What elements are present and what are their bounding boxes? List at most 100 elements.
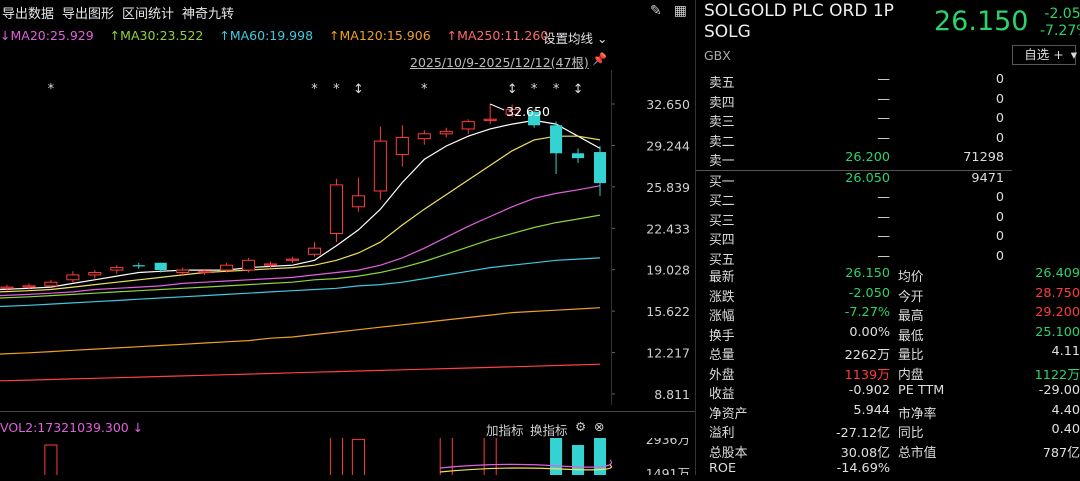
level-volume: 0 <box>996 229 1004 244</box>
level-volume: 0 <box>996 190 1004 205</box>
y-tick-label: 25.839 <box>646 180 690 195</box>
change-percent: -7.27% <box>1040 23 1080 40</box>
level-label: 卖一 <box>709 150 735 169</box>
stats-row: 涨幅-7.27%最高29.200 <box>696 305 1080 325</box>
vol-label: VOL2:17321039.300 ↓ <box>0 420 143 435</box>
dropdown-icon[interactable]: ▾ <box>1071 46 1077 64</box>
stat-label: 涨幅 <box>709 305 735 324</box>
y-tick-label: 32.650 <box>646 97 690 112</box>
volume-bar <box>440 438 452 475</box>
level-price: — <box>877 229 890 244</box>
signal-marker: * <box>311 82 318 97</box>
add-watchlist-button[interactable]: 自选 + ▾ <box>1012 45 1076 65</box>
ask-row[interactable]: 卖四—0 <box>696 92 1080 112</box>
stat-label: 最低 <box>898 325 924 344</box>
stats-row: 涨跌-2.050今开28.750 <box>696 286 1080 306</box>
stat-label: ROE <box>709 461 736 476</box>
stat-label: 溢利 <box>709 422 735 441</box>
stat-label: 内盘 <box>898 364 924 383</box>
stat-value: 26.409 <box>1035 266 1080 281</box>
stat-value: 4.11 <box>1052 344 1080 359</box>
volume-bar <box>330 438 342 475</box>
candle-body <box>308 248 320 254</box>
stat-value: -0.902 <box>849 383 890 398</box>
y-tick-label: 22.433 <box>646 221 690 236</box>
stat-value: 2262万 <box>845 344 890 363</box>
candle-body <box>177 270 189 272</box>
ma-line <box>0 364 600 381</box>
bid-row[interactable]: 买四—0 <box>696 229 1080 249</box>
level-label: 买一 <box>709 171 735 190</box>
stats-row: 外盘1139万内盘1122万 <box>696 364 1080 384</box>
gear-icon[interactable]: ⚙ <box>575 419 586 434</box>
bid-row[interactable]: 买二—0 <box>696 190 1080 210</box>
level-volume: 0 <box>996 249 1004 264</box>
volume-bar <box>572 445 584 475</box>
candle-body <box>572 153 584 158</box>
level-volume: 0 <box>996 72 1004 87</box>
ask-row[interactable]: 卖二—0 <box>696 131 1080 151</box>
ask-row[interactable]: 卖一26.20071298 <box>696 150 1080 170</box>
signal-marker: * <box>48 82 55 97</box>
bid-row[interactable]: 买一26.0509471 <box>696 171 1080 191</box>
stat-label: 量比 <box>898 344 924 363</box>
ask-row[interactable]: 卖五—0 <box>696 72 1080 92</box>
y-tick-label: 29.244 <box>646 138 690 153</box>
level-price: — <box>877 92 890 107</box>
candle-body <box>462 122 474 129</box>
candle-body <box>418 134 430 139</box>
switch-indicator-button[interactable]: 换指标 <box>530 420 568 439</box>
candle-body <box>484 119 496 120</box>
ask-row[interactable]: 卖三—0 <box>696 111 1080 131</box>
stat-label: PE TTM <box>898 383 944 398</box>
ma-line <box>0 136 600 292</box>
stat-value: 4.40 <box>1052 403 1080 418</box>
candle-body <box>243 260 255 270</box>
level-volume: 9471 <box>971 171 1004 186</box>
bid-row[interactable]: 买三—0 <box>696 210 1080 230</box>
close-icon[interactable]: ⊗ <box>594 419 604 434</box>
signal-marker: ↕ <box>573 82 584 97</box>
stats-row: 换手0.00%最低25.100 <box>696 325 1080 345</box>
stat-label: 总量 <box>709 344 735 363</box>
candle-body <box>133 265 145 266</box>
candle-body <box>89 272 101 274</box>
level-price: — <box>877 72 890 87</box>
stat-label: 涨跌 <box>709 286 735 305</box>
level-volume: 0 <box>996 131 1004 146</box>
candle-body <box>45 282 57 286</box>
level-label: 卖二 <box>709 131 735 150</box>
ma-line <box>0 186 600 296</box>
add-indicator-button[interactable]: 加指标 <box>486 420 524 439</box>
stat-value: -7.27% <box>845 305 890 320</box>
signal-marker: * <box>531 82 538 97</box>
stat-value: 787亿 <box>1043 442 1080 461</box>
stats-row: 收益-0.902PE TTM-29.00 <box>696 383 1080 403</box>
stat-value: 28.750 <box>1035 286 1080 301</box>
volume-chart: 2936万1491万 <box>0 438 695 475</box>
y-tick-label: 15.622 <box>646 304 690 319</box>
candle-body <box>440 131 452 133</box>
candlestick-chart[interactable]: ***↕*↕**↕ 32.65029.24425.83922.43319.028… <box>0 0 695 410</box>
stat-label: 净资产 <box>709 403 747 422</box>
candle-body <box>330 185 342 234</box>
candle-body <box>111 268 123 270</box>
candle-body <box>286 259 298 260</box>
stats-row: 总量 2262万量比 4.11 <box>696 344 1080 364</box>
candle-body <box>221 265 233 270</box>
stat-label: 外盘 <box>709 364 735 383</box>
stat-value: -14.69% <box>837 461 890 476</box>
stat-value: -27.12亿 <box>836 422 890 441</box>
stats-row: ROE -14.69% <box>696 461 1080 481</box>
stat-value: 25.100 <box>1035 325 1080 340</box>
level-label: 买五 <box>709 249 735 268</box>
stat-value: -29.00 <box>1039 383 1080 398</box>
stat-label: 市净率 <box>898 403 936 422</box>
stock-name: SOLGOLD PLC ORD 1P SOLG <box>704 1 924 43</box>
candle-body <box>594 152 606 183</box>
level-price: — <box>877 190 890 205</box>
level-volume: 0 <box>996 111 1004 126</box>
stat-label: 最新 <box>709 266 735 285</box>
y-tick-label: 12.217 <box>646 346 690 361</box>
stat-value: 26.150 <box>845 266 890 281</box>
